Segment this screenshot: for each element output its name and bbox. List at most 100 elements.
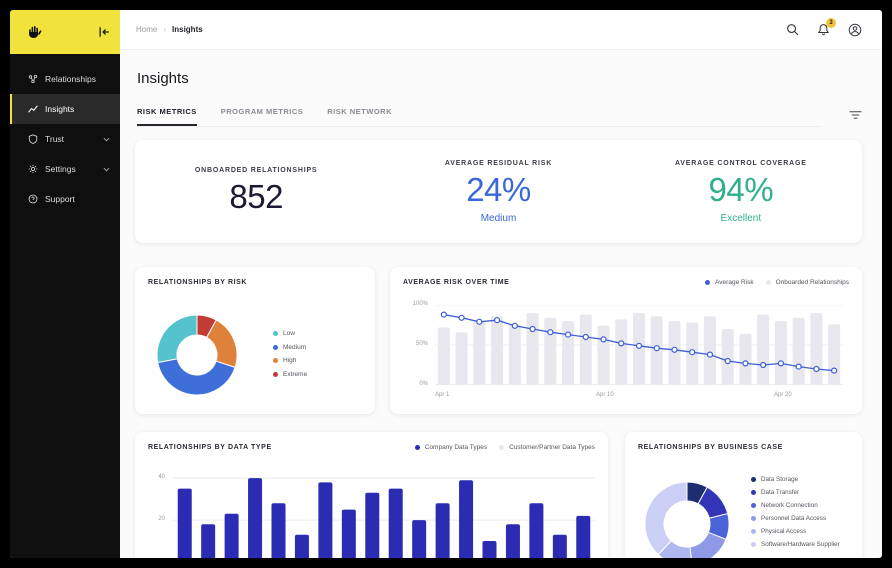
legend-item: Data Transfer [751, 489, 840, 496]
x-axis-tick: Apr 1 [435, 392, 450, 398]
kpi-label: ONBOARDED RELATIONSHIPS [194, 167, 318, 174]
legend-dot [751, 503, 756, 508]
legend-item: High [273, 357, 307, 364]
sidebar-header [10, 10, 120, 54]
sidebar-item-label: Trust [45, 134, 65, 144]
legend-label: Personnel Data Access [761, 515, 827, 522]
sidebar-item-relationships[interactable]: Relationships [10, 64, 120, 94]
legend-item: Onboarded Relationships [765, 279, 849, 286]
sidebar-item-trust[interactable]: Trust [10, 124, 120, 154]
legend-dot [751, 490, 756, 495]
relationships-by-risk-card: RELATIONSHIPS BY RISK Low Medium High Ex… [135, 267, 375, 414]
y-axis-tick: 20 [158, 516, 165, 522]
legend-dot [751, 529, 756, 534]
card-title: RELATIONSHIPS BY RISK [148, 279, 248, 286]
legend-label: Medium [283, 343, 307, 351]
relationships-icon [28, 74, 38, 84]
legend-label: Onboarded Relationships [775, 279, 849, 286]
legend-dot [273, 358, 278, 363]
sidebar-item-support[interactable]: Support [10, 184, 120, 214]
sidebar-item-label: Insights [45, 104, 75, 114]
chevron-down-icon [103, 137, 110, 142]
topbar: Home › Insights 3 [120, 10, 882, 50]
legend-item: Medium [273, 344, 307, 351]
legend-label: Low [283, 330, 295, 337]
chevron-down-icon [103, 167, 110, 172]
kpi-onboarded-relationships: ONBOARDED RELATIONSHIPS 852 [135, 140, 377, 243]
kpi-label: AVERAGE CONTROL COVERAGE [674, 159, 807, 167]
notification-badge: 3 [826, 18, 836, 28]
legend-label: Physical Access [761, 528, 807, 535]
legend-dot [765, 280, 771, 285]
x-axis-tick: Apr 20 [774, 392, 792, 398]
search-icon[interactable] [786, 23, 799, 36]
kpi-label: AVERAGE RESIDUAL RISK [444, 159, 553, 167]
business-case-legend: Data Storage Data Transfer Network Conne… [751, 476, 840, 554]
kpi-value: 94% [708, 170, 774, 208]
breadcrumb-separator: › [163, 25, 167, 34]
average-risk-over-time-card: AVERAGE RISK OVER TIME Average Risk Onbo… [390, 267, 862, 414]
y-axis-tick: 40 [158, 474, 165, 480]
sidebar-item-label: Support [45, 194, 75, 204]
help-circle-icon [28, 194, 38, 204]
kpi-value: 852 [229, 178, 283, 215]
sidebar-item-insights[interactable]: Insights [10, 94, 120, 124]
y-axis-tick: 50% [415, 341, 428, 347]
relationships-by-data-type-card: RELATIONSHIPS BY DATA TYPE Company Data … [135, 432, 608, 558]
sidebar-item-label: Settings [45, 164, 76, 174]
legend-label: Network Connection [761, 502, 818, 509]
page-title: Insights [137, 70, 189, 87]
hand-logo-icon[interactable] [26, 24, 42, 40]
average-risk-combo-chart [435, 305, 843, 385]
shield-icon [28, 134, 38, 144]
legend-item: Extreme [273, 371, 307, 378]
breadcrumb-current: Insights [172, 25, 203, 34]
kpi-summary-card: ONBOARDED RELATIONSHIPS 852 AVERAGE RESI… [135, 140, 862, 243]
app-window: Relationships Insights Trust Settings Su… [10, 10, 882, 558]
legend-item: Low [273, 330, 307, 337]
tab-risk-network[interactable]: RISK NETWORK [327, 107, 392, 126]
tab-risk-metrics[interactable]: RISK METRICS [137, 107, 197, 126]
legend-label: Data Storage [761, 476, 799, 483]
kpi-value: 24% [466, 170, 531, 208]
sidebar-collapse-icon[interactable] [98, 26, 110, 38]
topbar-actions: 3 [786, 18, 862, 37]
data-type-bar-chart [173, 477, 595, 558]
filter-icon[interactable] [849, 110, 862, 120]
legend-label: Average Risk [715, 279, 754, 286]
legend-item: Data Storage [751, 476, 840, 483]
breadcrumb: Home › Insights [136, 25, 203, 34]
y-axis-tick: 0% [419, 381, 428, 387]
breadcrumb-home[interactable]: Home [136, 25, 157, 34]
insights-icon [28, 104, 38, 114]
legend-item: Average Risk [705, 279, 754, 286]
relationships-by-business-case-card: RELATIONSHIPS BY BUSINESS CASE Data Stor… [625, 432, 862, 558]
kpi-sub-label: Excellent [720, 212, 762, 224]
x-axis-tick: Apr 10 [596, 392, 614, 398]
combo-chart-legend: Average Risk Onboarded Relationships [705, 279, 849, 286]
legend-dot [705, 280, 711, 285]
legend-dot [273, 371, 278, 377]
user-avatar-icon[interactable] [848, 23, 862, 37]
legend-dot [273, 331, 278, 336]
legend-label: High [283, 357, 297, 364]
sidebar-item-settings[interactable]: Settings [10, 154, 120, 184]
legend-label: Extreme [283, 370, 308, 378]
tab-bar: RISK METRICS PROGRAM METRICS RISK NETWOR… [137, 107, 822, 127]
notifications-bell-icon[interactable]: 3 [817, 18, 836, 36]
sidebar: Relationships Insights Trust Settings Su… [10, 10, 120, 558]
kpi-sub-label: Medium [480, 212, 517, 224]
tab-program-metrics[interactable]: PROGRAM METRICS [221, 107, 304, 126]
risk-donut-chart [156, 314, 238, 396]
legend-label: Software/Hardware Supplier [761, 541, 840, 548]
legend-item: Software/Hardware Supplier [751, 541, 840, 548]
business-case-donut-chart [644, 481, 730, 558]
legend-dot [751, 542, 756, 547]
legend-dot [751, 516, 756, 521]
legend-item: Personnel Data Access [751, 515, 840, 522]
risk-donut-legend: Low Medium High Extreme [273, 330, 307, 384]
legend-dot [751, 477, 756, 482]
y-axis-tick: 100% [412, 301, 428, 307]
sidebar-nav: Relationships Insights Trust Settings Su… [10, 54, 120, 214]
kpi-average-residual-risk: AVERAGE RESIDUAL RISK 24% Medium [377, 140, 619, 243]
